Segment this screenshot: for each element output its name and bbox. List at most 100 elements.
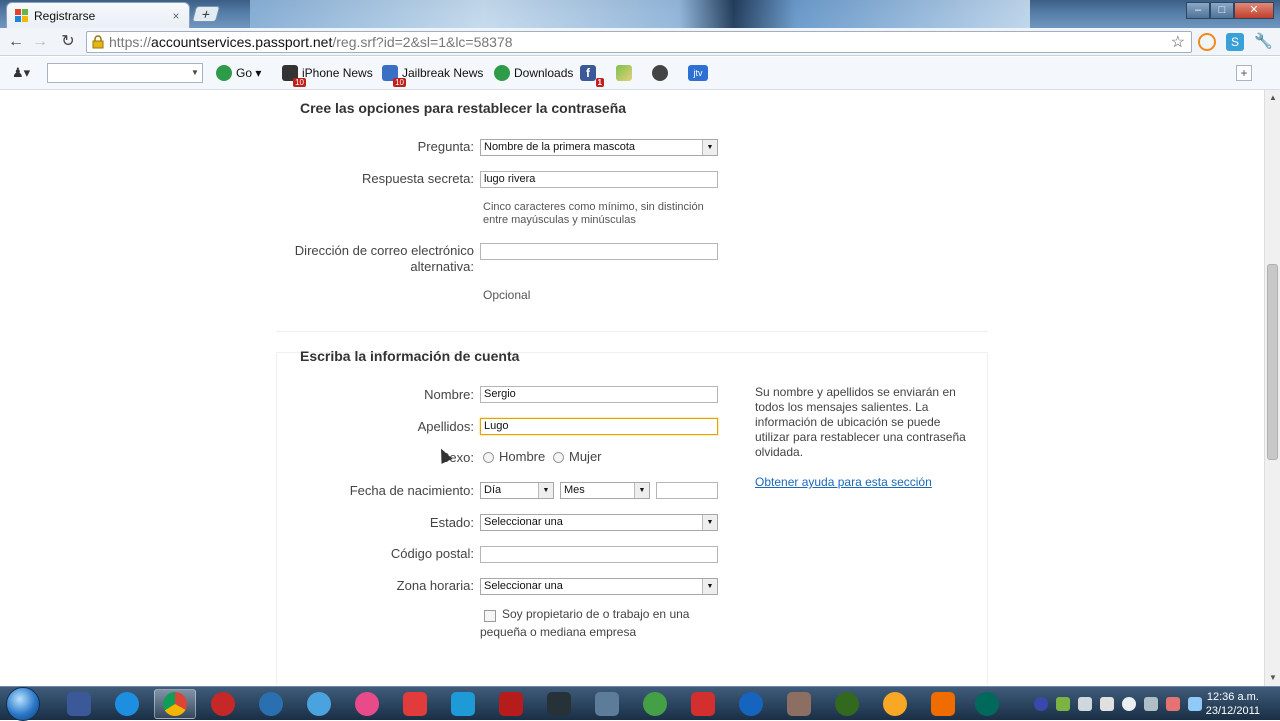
taskbar-quicktime[interactable] <box>298 689 340 719</box>
question-select[interactable]: Nombre de la primera mascota ▼ <box>480 139 718 156</box>
close-window-button[interactable]: ✕ <box>1234 2 1274 19</box>
bookmark-downloads[interactable]: Downloads <box>494 65 573 81</box>
lock-icon <box>92 35 104 49</box>
birth-year-input[interactable] <box>656 482 718 499</box>
section-help-link[interactable]: Obtener ayuda para esta sección <box>755 475 932 489</box>
taskbar-acrobat[interactable] <box>682 689 724 719</box>
skype-extension-icon[interactable]: S <box>1226 33 1244 51</box>
reload-icon[interactable]: ↻ <box>58 32 78 52</box>
taskbar-app-gift[interactable] <box>394 689 436 719</box>
page-scrollbar[interactable]: ▲ ▼ <box>1264 90 1280 686</box>
taskbar-skype[interactable] <box>442 689 484 719</box>
taskbar-chrome[interactable] <box>154 689 196 719</box>
first-name-input[interactable]: Sergio <box>480 386 718 403</box>
business-checkbox[interactable] <box>484 610 496 622</box>
taskbar-app-flame[interactable] <box>922 689 964 719</box>
timezone-select[interactable]: Seleccionar una ▼ <box>480 578 718 595</box>
maps-extension[interactable] <box>616 65 636 81</box>
birth-day-value: Día <box>484 484 502 496</box>
taskbar-app-alien[interactable] <box>826 689 868 719</box>
taskbar-mcafee[interactable] <box>490 689 532 719</box>
scroll-up-icon[interactable]: ▲ <box>1265 90 1280 106</box>
zip-input[interactable] <box>480 546 718 563</box>
state-value: Seleccionar una <box>484 516 563 528</box>
extension-ring-icon[interactable] <box>1198 33 1216 51</box>
birthdate-label: Fecha de nacimiento: <box>349 483 474 498</box>
back-arrow-icon[interactable]: ← <box>6 32 26 52</box>
new-tab-button[interactable]: + <box>191 6 221 22</box>
tools-icon <box>787 692 811 716</box>
taskbar-app-tools[interactable] <box>778 689 820 719</box>
tray-flag-icon[interactable] <box>1166 697 1180 711</box>
alt-email-input[interactable] <box>480 243 718 260</box>
timezone-value: Seleccionar una <box>484 580 563 592</box>
bookmark-star-icon[interactable]: ☆ <box>1171 32 1185 52</box>
toolbar-dropdown-icon[interactable]: ♟▾ <box>12 65 40 81</box>
tray-sync-icon[interactable] <box>1078 697 1092 711</box>
owl-extension[interactable] <box>652 65 672 81</box>
taskbar-network[interactable] <box>586 689 628 719</box>
taskbar-messenger[interactable] <box>346 689 388 719</box>
taskbar-internet-explorer[interactable] <box>106 689 148 719</box>
gender-male-label: Hombre <box>499 449 546 464</box>
birth-month-select[interactable]: Mes ▼ <box>560 482 650 499</box>
minimize-button[interactable]: – <box>1186 2 1210 19</box>
answer-label: Respuesta secreta: <box>361 171 474 186</box>
taskbar-app-globe[interactable] <box>966 689 1008 719</box>
taskbar-facebook[interactable] <box>58 689 100 719</box>
bookmark-jailbreak-news[interactable]: 10 Jailbreak News <box>382 65 483 87</box>
toolbar-search-input[interactable]: ▼ <box>47 63 203 83</box>
maximize-button[interactable]: □ <box>1210 2 1234 19</box>
network-signal-icon[interactable] <box>1188 697 1202 711</box>
birth-month-value: Mes <box>564 484 585 496</box>
add-bookmark-icon[interactable]: + <box>1236 65 1252 81</box>
clock-time: 12:36 a.m. <box>1206 691 1259 703</box>
taskbar-media-player[interactable] <box>874 689 916 719</box>
go-button[interactable]: Go ▾ <box>216 65 261 81</box>
scroll-thumb[interactable] <box>1267 264 1278 460</box>
gender-female-radio[interactable] <box>553 452 564 463</box>
address-bar[interactable]: https://accountservices.passport.net/reg… <box>86 31 1192 53</box>
volume-icon[interactable] <box>1100 697 1114 711</box>
business-label-line1: Soy propietario de o trabajo en una <box>502 607 690 621</box>
tray-app-icon[interactable] <box>1056 697 1070 711</box>
taskbar-people[interactable] <box>634 689 676 719</box>
taskbar-terminal[interactable] <box>538 689 580 719</box>
recovery-section-title: Cree las opciones para restablecer la co… <box>300 100 627 116</box>
gift-icon <box>403 692 427 716</box>
taskbar-itunes[interactable] <box>250 689 292 719</box>
state-select[interactable]: Seleccionar una ▼ <box>480 514 718 531</box>
start-button[interactable] <box>6 687 40 721</box>
acrobat-icon <box>691 692 715 716</box>
last-name-input[interactable]: Lugo <box>480 418 718 435</box>
scroll-down-icon[interactable]: ▼ <box>1265 670 1280 686</box>
tab-close-icon[interactable]: × <box>169 9 183 23</box>
play-icon <box>216 65 232 81</box>
terminal-icon <box>547 692 571 716</box>
bookmarks-bar: ♟▾ ▼ Go ▾ 10 iPhone News 10 Jailbreak Ne… <box>0 57 1280 90</box>
name-privacy-note: Su nombre y apellidos se enviarán en tod… <box>755 385 966 459</box>
browser-toolbar: ← → ↻ https://accountservices.passport.n… <box>0 28 1280 56</box>
bookmark-iphone-news[interactable]: 10 iPhone News <box>282 65 373 87</box>
facebook-extension[interactable]: f1 <box>580 65 604 87</box>
secret-answer-input[interactable]: lugo rivera <box>480 171 718 188</box>
tray-clock-icon[interactable] <box>1122 697 1136 711</box>
section-divider <box>276 331 988 332</box>
birth-day-select[interactable]: Día ▼ <box>480 482 554 499</box>
forward-arrow-icon[interactable]: → <box>30 32 50 52</box>
system-clock[interactable]: 12:36 a.m. 23/12/2011 <box>1206 690 1260 718</box>
wrench-menu-icon[interactable]: 🔧 <box>1254 33 1273 51</box>
browser-tab[interactable]: Registrarse × <box>6 2 190 28</box>
globe-icon <box>975 692 999 716</box>
taskbar-app-swirl[interactable] <box>730 689 772 719</box>
zip-label: Código postal: <box>390 546 474 561</box>
network-icon <box>595 692 619 716</box>
taskbar-app-red[interactable] <box>202 689 244 719</box>
tray-device-icon[interactable] <box>1144 697 1158 711</box>
gender-male-radio[interactable] <box>483 452 494 463</box>
window-titlebar: Registrarse × + – □ ✕ <box>0 0 1280 28</box>
chevron-down-icon[interactable]: ▼ <box>188 64 202 82</box>
jtv-extension[interactable]: jtv <box>688 65 712 81</box>
alt-email-label: Dirección de correo electrónico alternati… <box>294 243 474 274</box>
tray-arrow-icon[interactable] <box>1034 697 1048 711</box>
